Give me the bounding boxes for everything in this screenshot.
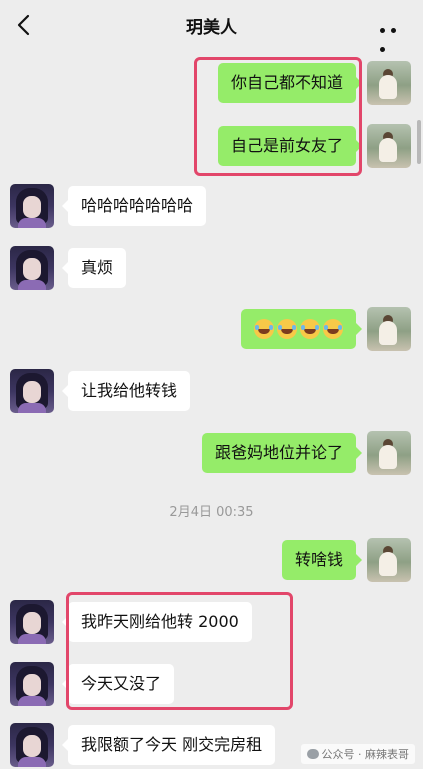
message-bubble-out-emoji[interactable] — [241, 309, 362, 349]
contact-avatar[interactable] — [10, 723, 54, 767]
contact-avatar[interactable] — [10, 184, 54, 228]
message-bubble-in[interactable]: 哈哈哈哈哈哈哈 — [61, 186, 207, 226]
top-bar: 玥美人 — [0, 0, 423, 52]
watermark-text: 公众号 · 麻辣表哥 — [321, 748, 410, 761]
my-avatar[interactable] — [367, 307, 411, 351]
message-bubble-in[interactable]: 真烦 — [61, 248, 127, 288]
message-bubble-out[interactable]: 转啥钱 — [281, 540, 363, 580]
contact-avatar[interactable] — [10, 246, 54, 290]
contact-avatar[interactable] — [10, 662, 54, 706]
laughing-crying-emoji-icon — [323, 319, 343, 339]
my-avatar[interactable] — [367, 431, 411, 475]
my-avatar[interactable] — [367, 61, 411, 105]
my-avatar[interactable] — [367, 538, 411, 582]
laughing-crying-emoji-icon — [254, 319, 274, 339]
contact-avatar[interactable] — [10, 369, 54, 413]
message-bubble-in[interactable]: 让我给他转钱 — [61, 371, 191, 411]
watermark: 公众号 · 麻辣表哥 — [300, 744, 415, 764]
wechat-icon — [306, 749, 319, 759]
message-bubble-out[interactable]: 跟爸妈地位并论了 — [201, 433, 363, 473]
highlight-box — [66, 592, 293, 710]
timestamp: 2月4日 00:35 — [169, 505, 254, 520]
chat-title: 玥美人 — [186, 18, 237, 38]
my-avatar[interactable] — [367, 124, 411, 168]
laughing-crying-emoji-icon — [277, 319, 297, 339]
contact-avatar[interactable] — [10, 600, 54, 644]
laughing-crying-emoji-icon — [300, 319, 320, 339]
highlight-box — [194, 57, 362, 176]
more-dots-icon[interactable] — [377, 18, 409, 52]
scrollbar[interactable] — [417, 120, 421, 164]
message-bubble-in[interactable]: 我限额了今天 刚交完房租 — [61, 725, 276, 765]
